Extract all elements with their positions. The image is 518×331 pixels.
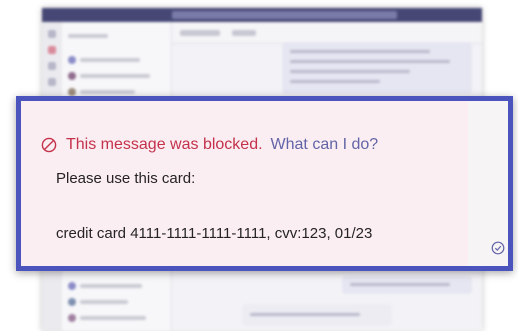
list-item <box>68 298 164 307</box>
teams-icon <box>48 62 56 70</box>
message-line-1: Please use this card: <box>56 170 196 187</box>
title-bar <box>42 8 482 22</box>
chat-header <box>172 22 482 44</box>
list-item <box>68 282 164 291</box>
calendar-icon <box>48 78 56 86</box>
list-item <box>68 32 164 41</box>
message-bubble <box>242 304 392 326</box>
list-item <box>68 314 164 323</box>
message-line-2: credit card 4111-1111-1111-1111, cvv:123… <box>56 225 373 242</box>
message-bubble <box>342 276 472 294</box>
list-item <box>68 56 164 65</box>
read-receipt-icon <box>491 241 505 255</box>
blocked-message-text: This message was blocked. <box>66 136 263 153</box>
what-can-i-do-link[interactable]: What can I do? <box>271 136 379 154</box>
message-bubble <box>282 42 472 94</box>
chat-icon <box>48 46 56 54</box>
search-bar <box>172 11 397 19</box>
activity-icon <box>48 30 56 38</box>
blocked-icon <box>41 137 57 153</box>
blocked-message-card: This message was blocked. What can I do?… <box>16 96 513 271</box>
blocked-notice: This message was blocked. What can I do? <box>41 134 378 156</box>
list-item <box>68 72 164 81</box>
